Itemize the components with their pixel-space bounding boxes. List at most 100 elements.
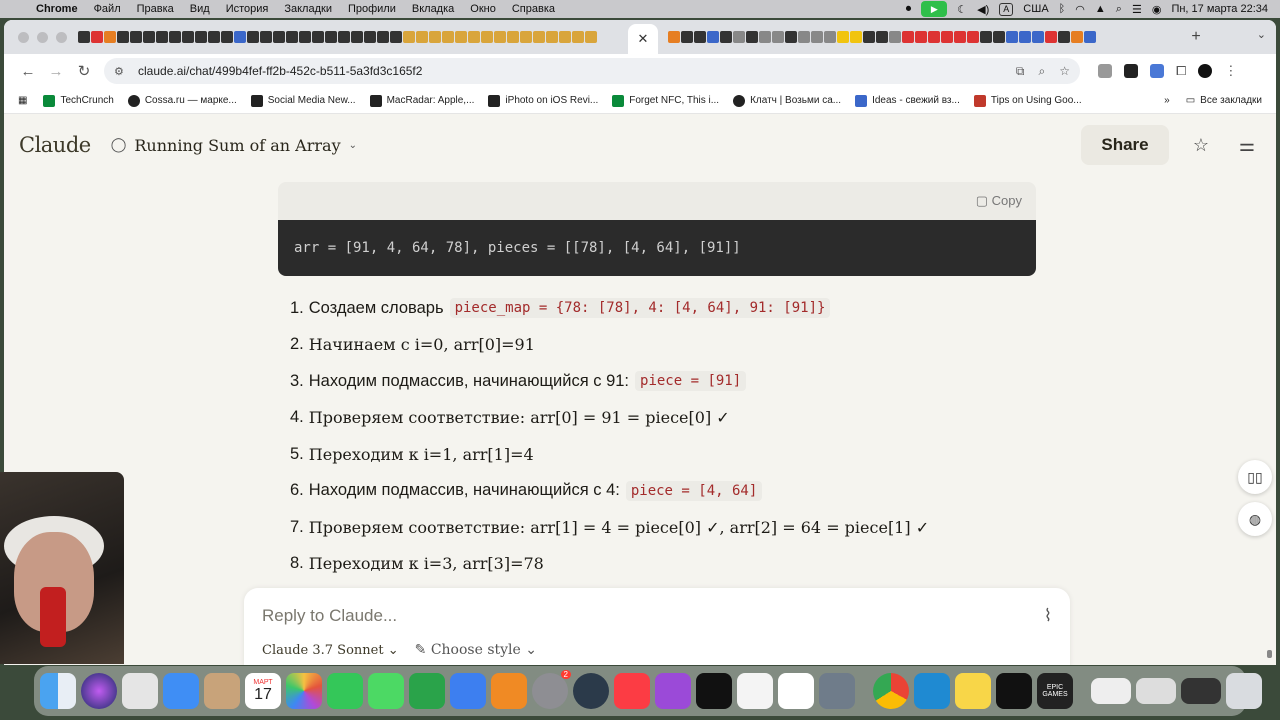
moon-icon[interactable]: ☾ (957, 3, 967, 16)
all-bookmarks-button[interactable]: ▭ Все закладки (1186, 95, 1262, 106)
tab-favicon[interactable] (520, 31, 532, 43)
copy-button[interactable]: ▢ Copy (976, 193, 1022, 209)
tab-favicon[interactable] (733, 31, 745, 43)
tab-favicon[interactable] (707, 31, 719, 43)
tab-favicon[interactable] (837, 31, 849, 43)
globe-icon[interactable]: ◍ (1238, 502, 1272, 536)
tab-favicon[interactable] (980, 31, 992, 43)
install-app-icon[interactable]: ⧉ (1016, 64, 1025, 79)
tab-favicon[interactable] (824, 31, 836, 43)
paperclip-icon[interactable]: ⌇ (1044, 606, 1052, 626)
pinned-tabs-right[interactable] (668, 27, 1178, 47)
tab-favicon[interactable] (91, 31, 103, 43)
tab-favicon[interactable] (403, 31, 415, 43)
tab-favicon[interactable] (746, 31, 758, 43)
apple-tv-icon[interactable] (696, 673, 732, 709)
tab-favicon[interactable] (876, 31, 888, 43)
tab-favicon[interactable] (468, 31, 480, 43)
style-selector[interactable]: ✎ Choose style ⌄ (415, 642, 537, 658)
chrome-menu-icon[interactable]: ⋮ (1224, 63, 1237, 79)
record-icon[interactable]: ⏺ (906, 3, 912, 16)
finder-icon[interactable] (40, 673, 76, 709)
bookmark-klatch[interactable]: Клатч | Возьми са... (733, 94, 841, 107)
tab-favicon[interactable] (195, 31, 207, 43)
tab-favicon[interactable] (182, 31, 194, 43)
epic-games-icon[interactable]: EPIC GAMES (1037, 673, 1073, 709)
tab-close-icon[interactable]: ✕ (638, 31, 649, 47)
chrome-icon[interactable] (873, 673, 909, 709)
wifi-icon[interactable]: ◠ (1075, 3, 1085, 16)
airplay-icon[interactable]: ▲ (1095, 3, 1106, 15)
tab-favicon[interactable] (390, 31, 402, 43)
facetime-icon[interactable] (327, 673, 363, 709)
book-icon[interactable]: ▯▯ (1238, 460, 1272, 494)
tab-favicon[interactable] (1045, 31, 1057, 43)
tab-favicon[interactable] (546, 31, 558, 43)
menubar-item-profiles[interactable]: Профили (340, 3, 404, 15)
tab-favicon[interactable] (455, 31, 467, 43)
tab-favicon[interactable] (863, 31, 875, 43)
translate-icon[interactable] (1150, 64, 1164, 78)
new-tab-button[interactable]: + (1184, 28, 1208, 46)
messages-icon[interactable] (368, 673, 404, 709)
model-selector[interactable]: Claude 3.7 Sonnet ⌄ (262, 643, 399, 658)
books-icon[interactable] (491, 673, 527, 709)
claude-logo[interactable]: Claude (19, 133, 91, 157)
tab-favicon[interactable] (377, 31, 389, 43)
profile-avatar[interactable] (1198, 64, 1213, 78)
tab-favicon[interactable] (494, 31, 506, 43)
photos-icon[interactable] (286, 673, 322, 709)
podcasts-icon[interactable] (655, 673, 691, 709)
tab-favicon[interactable] (902, 31, 914, 43)
maximize-window-button[interactable] (56, 31, 67, 43)
tab-favicon[interactable] (668, 31, 680, 43)
control-center-icon[interactable]: ☰ (1132, 3, 1142, 16)
tab-favicon[interactable] (850, 31, 862, 43)
tab-favicon[interactable] (442, 31, 454, 43)
tab-favicon[interactable] (312, 31, 324, 43)
menubar-datetime[interactable]: Пн, 17 марта 22:34 (1171, 3, 1268, 15)
volume-icon[interactable]: ◀) (977, 3, 989, 16)
menubar-item-edit[interactable]: Правка (129, 3, 182, 15)
trash-icon[interactable] (1226, 673, 1262, 709)
tab-favicon[interactable] (928, 31, 940, 43)
tab-favicon[interactable] (104, 31, 116, 43)
scrollbar-thumb[interactable] (1267, 650, 1272, 658)
tab-favicon[interactable] (915, 31, 927, 43)
extension-icon[interactable] (1124, 64, 1138, 78)
tab-favicon[interactable] (785, 31, 797, 43)
reply-input[interactable] (262, 606, 1002, 626)
tab-favicon[interactable] (221, 31, 233, 43)
tab-search-icon[interactable]: ⌄ (1257, 28, 1266, 41)
tab-favicon[interactable] (572, 31, 584, 43)
tab-favicon[interactable] (273, 31, 285, 43)
back-button[interactable]: ← (14, 63, 42, 80)
tab-favicon[interactable] (954, 31, 966, 43)
tab-favicon[interactable] (507, 31, 519, 43)
menubar-item-view[interactable]: Вид (182, 3, 218, 15)
tab-favicon[interactable] (889, 31, 901, 43)
pinned-tabs-left[interactable] (78, 27, 628, 47)
tab-favicon[interactable] (325, 31, 337, 43)
calendar-icon[interactable]: МАРТ 17 (245, 673, 281, 709)
tab-favicon[interactable] (156, 31, 168, 43)
tab-favicon[interactable] (1071, 31, 1083, 43)
tab-favicon[interactable] (143, 31, 155, 43)
system-settings-icon[interactable]: 2 (532, 670, 571, 709)
tab-favicon[interactable] (811, 31, 823, 43)
recent-window-thumbnail[interactable] (1181, 678, 1221, 704)
notes-icon[interactable] (955, 673, 991, 709)
region-label[interactable]: США (1023, 3, 1048, 15)
menubar-item-help[interactable]: Справка (504, 3, 563, 15)
share-button[interactable]: Share (1081, 125, 1169, 165)
tab-favicon[interactable] (117, 31, 129, 43)
tab-favicon[interactable] (78, 31, 90, 43)
tab-favicon[interactable] (1058, 31, 1070, 43)
quicktime-icon[interactable] (573, 673, 609, 709)
contacts-icon[interactable] (204, 673, 240, 709)
recent-window-thumbnail[interactable] (1136, 678, 1176, 704)
tab-favicon[interactable] (967, 31, 979, 43)
tab-favicon[interactable] (1032, 31, 1044, 43)
bookmark-tips-google[interactable]: Tips on Using Goo... (973, 94, 1082, 107)
freeform-icon[interactable] (778, 673, 814, 709)
